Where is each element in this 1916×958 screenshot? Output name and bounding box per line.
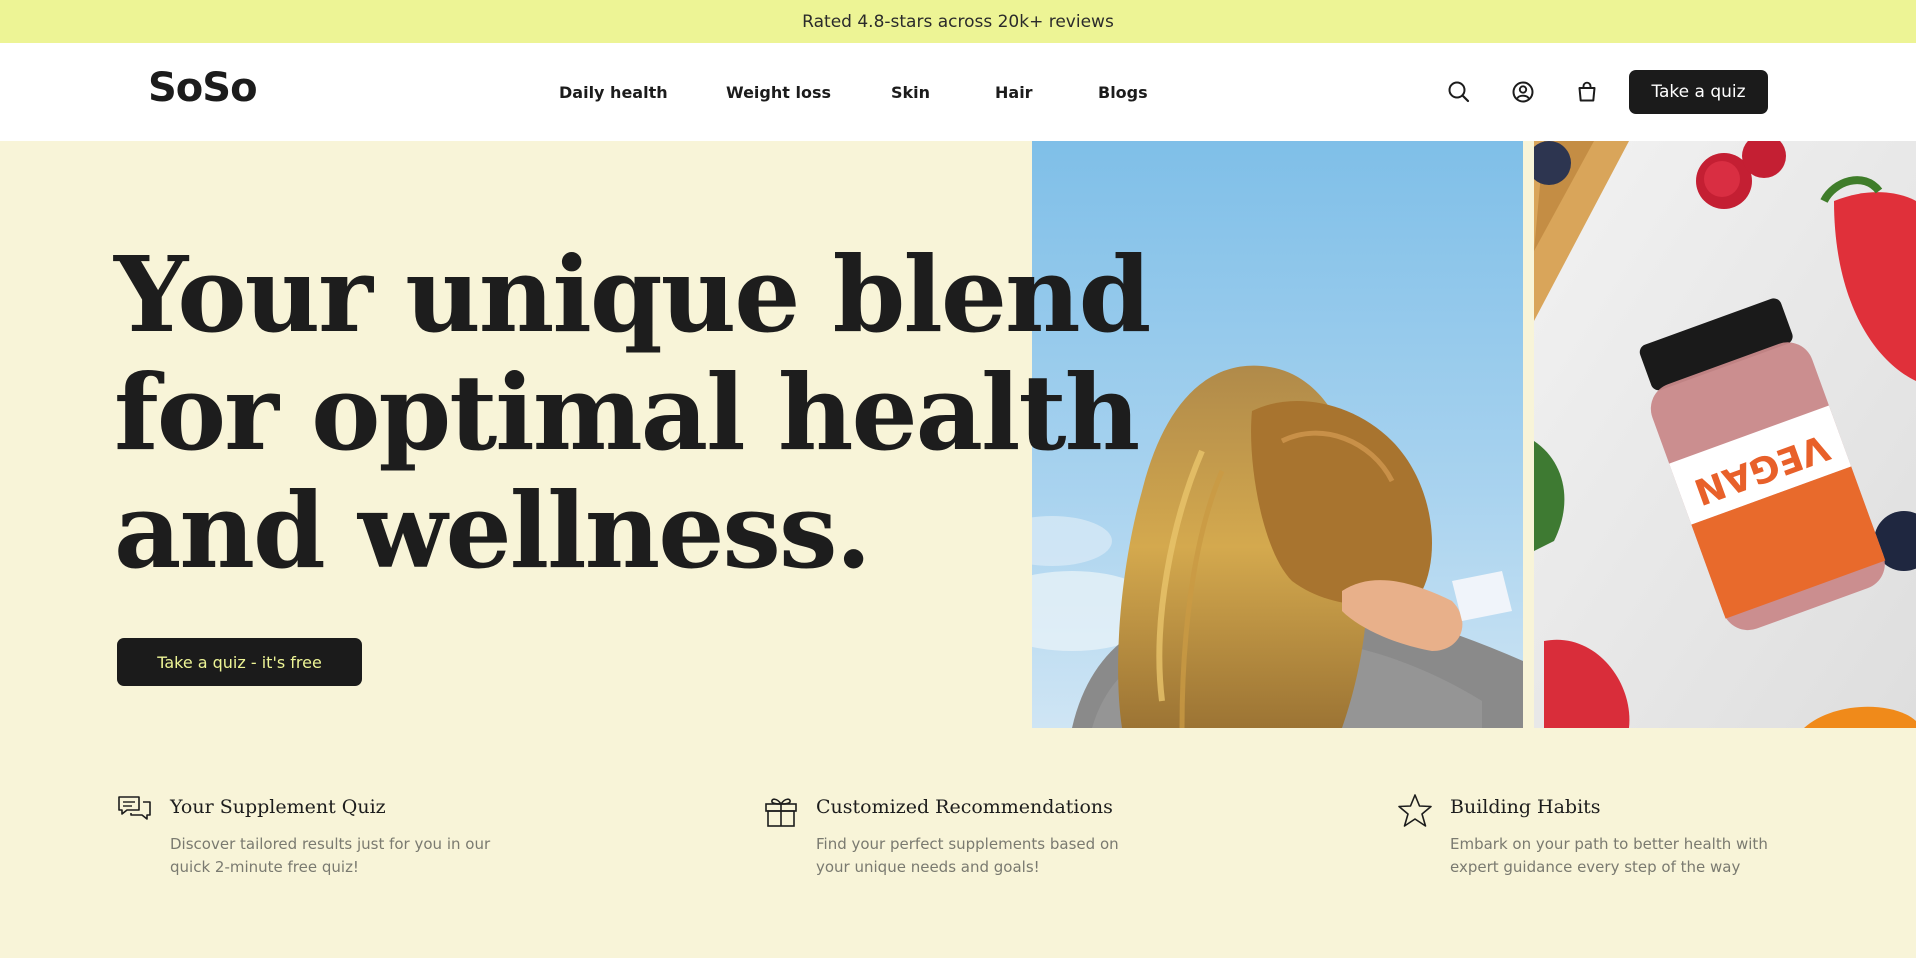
hero-quiz-button[interactable]: Take a quiz - it's free: [117, 638, 362, 686]
nav-weight-loss[interactable]: Weight loss: [726, 43, 831, 141]
feature-description: Discover tailored results just for you i…: [170, 835, 491, 876]
feature-customized-recommendations: Customized Recommendations Find your per…: [763, 793, 1183, 893]
site-header: SoSo Daily health Weight loss Skin Hair …: [0, 43, 1916, 141]
bag-icon[interactable]: [1574, 79, 1600, 105]
hero-title-line-2: for optimal health: [114, 351, 1140, 474]
feature-title: Building Habits: [1450, 796, 1601, 818]
nav-blogs[interactable]: Blogs: [1098, 43, 1148, 141]
hero-title: Your unique blend for optimal health and…: [114, 233, 1151, 592]
hero-photo-vegan-bottle: VEGAN: [1534, 141, 1916, 728]
feature-description: Find your perfect supplements based on y…: [816, 835, 1119, 876]
chat-icon: [117, 793, 153, 829]
feature-description: Embark on your path to better health wit…: [1450, 835, 1768, 876]
nav-daily-health[interactable]: Daily health: [559, 43, 668, 141]
gift-icon: [763, 793, 799, 829]
star-icon: [1397, 793, 1433, 829]
hero-title-line-3: and wellness.: [114, 469, 872, 592]
logo[interactable]: SoSo: [148, 65, 258, 111]
nav-skin[interactable]: Skin: [891, 43, 930, 141]
take-quiz-button[interactable]: Take a quiz: [1629, 70, 1768, 114]
feature-title: Your Supplement Quiz: [170, 796, 386, 818]
hero-title-line-1: Your unique blend: [114, 233, 1151, 356]
feature-supplement-quiz: Your Supplement Quiz Discover tailored r…: [117, 793, 537, 893]
nav-hair[interactable]: Hair: [995, 43, 1033, 141]
announcement-text: Rated 4.8-stars across 20k+ reviews: [802, 11, 1114, 32]
announcement-bar: Rated 4.8-stars across 20k+ reviews: [0, 0, 1916, 43]
feature-title: Customized Recommendations: [816, 796, 1113, 818]
search-icon[interactable]: [1446, 79, 1472, 105]
feature-building-habits: Building Habits Embark on your path to b…: [1397, 793, 1817, 893]
account-icon[interactable]: [1510, 79, 1536, 105]
